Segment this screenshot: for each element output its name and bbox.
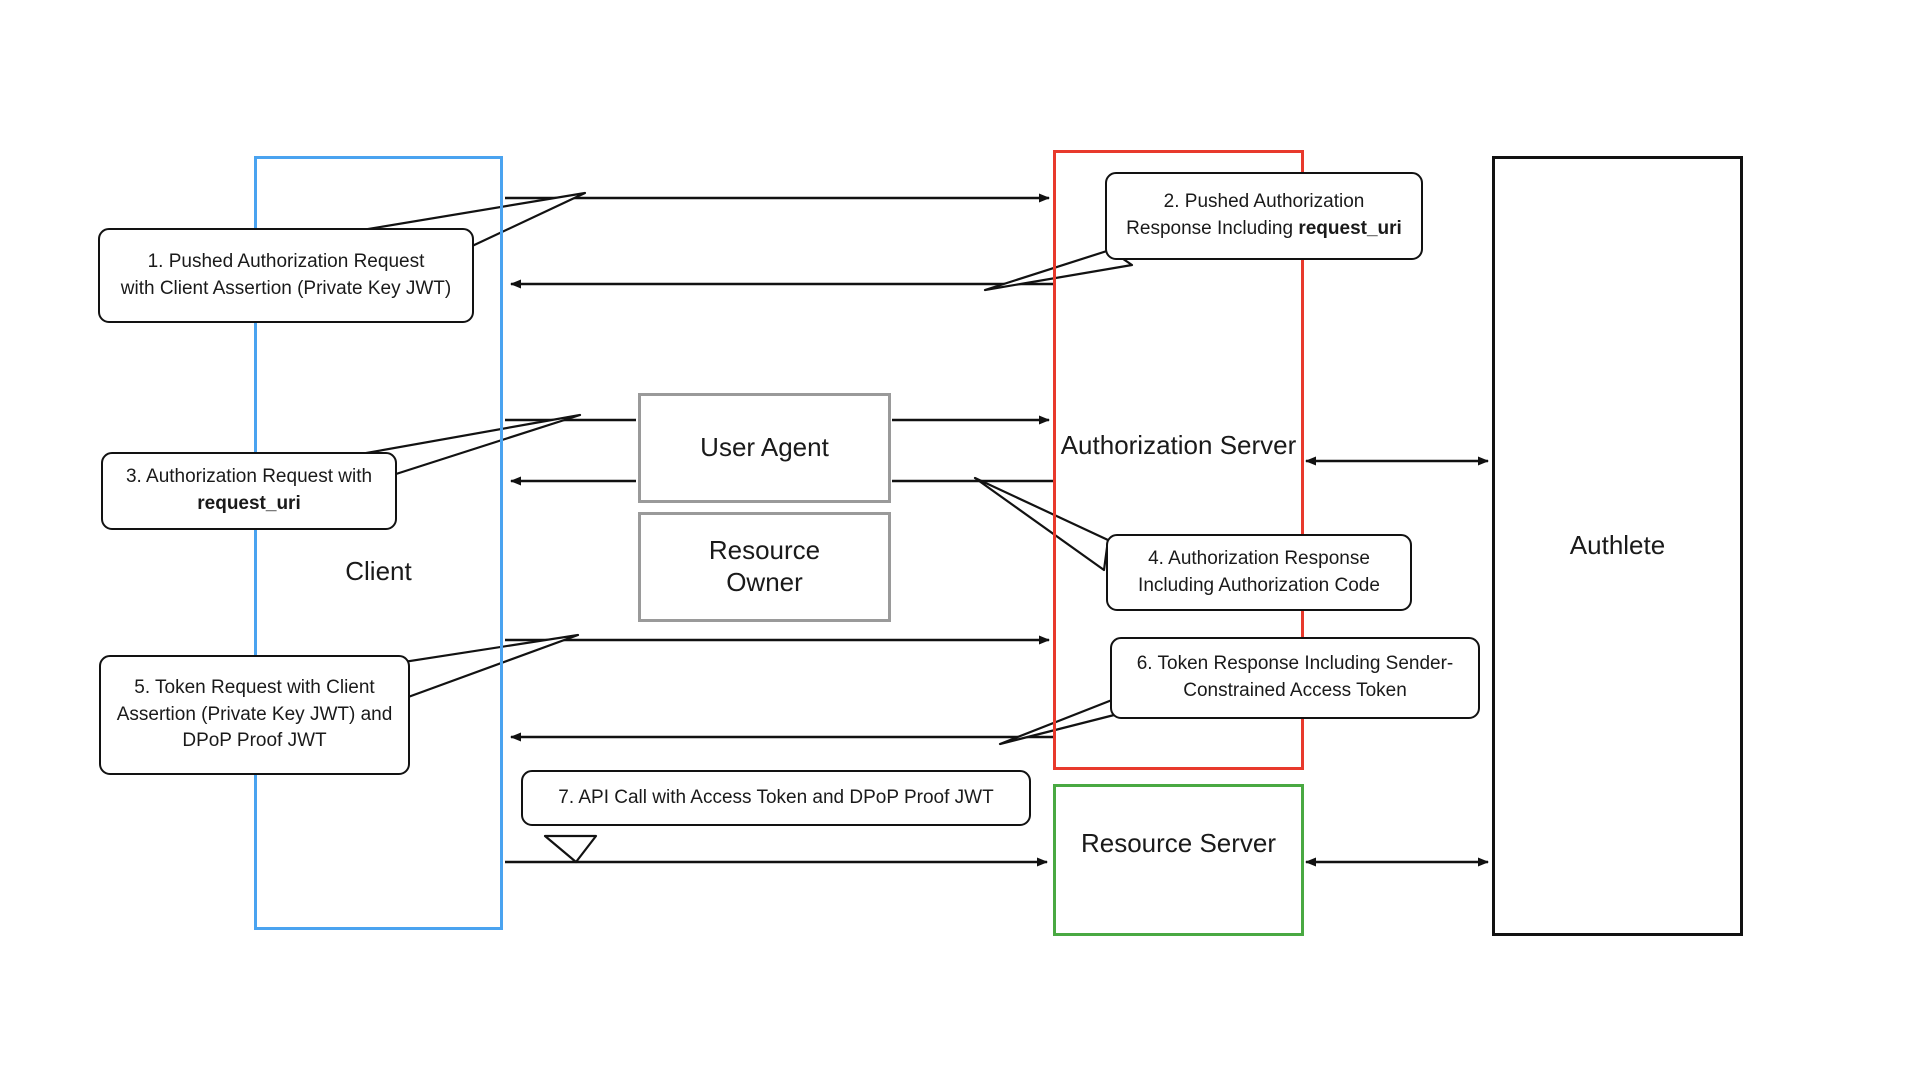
zone-as-label-line2: Server	[1219, 430, 1297, 460]
callout-1-line1: 1. Pushed Authorization Request	[147, 250, 425, 272]
zone-authorization-server-label: Authorization Server	[1053, 430, 1304, 462]
zone-client-label: Client	[345, 556, 412, 586]
callout-6-line1: 6. Token Response Including Sender-	[1136, 653, 1454, 675]
callout-5[interactable]: 5. Token Request with Client Assertion (…	[99, 655, 410, 775]
callout-4-line2: Including Authorization Code	[1138, 574, 1380, 596]
node-resource-owner[interactable]: Resource Owner	[638, 512, 891, 622]
callout-2-line2: Response Including request_uri	[1126, 216, 1402, 243]
node-user-agent[interactable]: User Agent	[638, 393, 891, 503]
zone-rs-label-line1: Resource	[1080, 828, 1193, 858]
zone-rs-label-line2: Server	[1199, 828, 1277, 858]
callout-3-line1: 3. Authorization Request with	[125, 466, 373, 488]
callout-3-bold: request_uri	[197, 493, 301, 514]
node-resource-owner-label-line2: Owner	[726, 567, 803, 597]
callout-6[interactable]: 6. Token Response Including Sender- Cons…	[1110, 637, 1480, 719]
callout-2-line1: 2. Pushed Authorization	[1163, 191, 1365, 213]
callout-3[interactable]: 3. Authorization Request with request_ur…	[101, 452, 397, 530]
callout-6-line2: Constrained Access Token	[1183, 680, 1407, 701]
zone-resource-server-label: Resource Server	[1053, 828, 1304, 860]
callout-5-line2: Assertion (Private Key JWT) and	[116, 703, 393, 725]
zone-authlete-label: Authlete	[1569, 530, 1666, 560]
callout-7-tail	[543, 834, 598, 864]
callout-2[interactable]: 2. Pushed Authorization Response Includi…	[1105, 172, 1423, 260]
callout-3-request-uri: request_uri	[126, 491, 372, 518]
callout-7[interactable]: 7. API Call with Access Token and DPoP P…	[521, 770, 1031, 826]
callout-4-line1: 4. Authorization Response	[1148, 547, 1370, 569]
node-resource-owner-label-line1: Resource	[708, 535, 821, 566]
callout-1[interactable]: 1. Pushed Authorization Request with Cli…	[98, 228, 474, 323]
node-user-agent-label: User Agent	[700, 432, 829, 463]
callout-4[interactable]: 4. Authorization Response Including Auth…	[1106, 534, 1412, 611]
callout-2-request-uri: request_uri	[1298, 218, 1402, 239]
callout-2-line2-prefix: Response Including	[1126, 218, 1299, 239]
callout-5-line3: DPoP Proof JWT	[182, 730, 327, 752]
zone-resource-server[interactable]	[1053, 784, 1304, 936]
callout-5-line1: 5. Token Request with Client	[134, 676, 375, 698]
zone-as-label-line1: Authorization	[1060, 430, 1213, 460]
callout-7-line1: 7. API Call with Access Token and DPoP P…	[558, 786, 994, 808]
callout-1-line2: with Client Assertion (Private Key JWT)	[120, 277, 452, 299]
diagram-canvas: Client Authorization Server Resource Ser…	[0, 0, 1920, 1080]
